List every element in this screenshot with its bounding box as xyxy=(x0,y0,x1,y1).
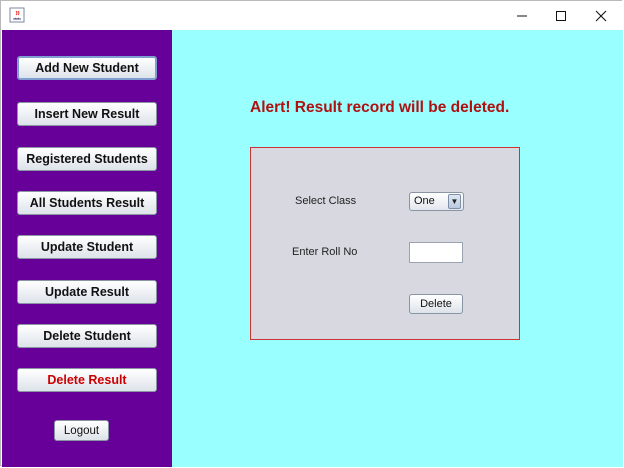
roll-no-input[interactable] xyxy=(409,242,463,263)
all-students-result-button[interactable]: All Students Result xyxy=(17,191,157,215)
update-result-button[interactable]: Update Result xyxy=(17,280,157,304)
app-window: Add New Student Insert New Result Regist… xyxy=(0,0,623,467)
logout-button[interactable]: Logout xyxy=(54,420,109,441)
minimize-icon xyxy=(517,15,527,16)
insert-new-result-button[interactable]: Insert New Result xyxy=(17,102,157,126)
delete-button[interactable]: Delete xyxy=(409,294,463,314)
roll-no-label: Enter Roll No xyxy=(292,246,358,258)
alert-message: Alert! Result record will be deleted. xyxy=(250,99,510,116)
main-panel: Alert! Result record will be deleted. Se… xyxy=(172,30,623,467)
java-app-icon xyxy=(9,7,25,23)
close-button[interactable] xyxy=(579,1,623,30)
update-student-button[interactable]: Update Student xyxy=(17,235,157,259)
minimize-button[interactable] xyxy=(500,1,544,30)
delete-student-button[interactable]: Delete Student xyxy=(17,324,157,348)
chevron-down-icon: ▼ xyxy=(448,194,461,209)
maximize-icon xyxy=(556,10,566,21)
class-select-value: One xyxy=(414,195,435,207)
title-bar xyxy=(1,1,623,30)
class-select[interactable]: One ▼ xyxy=(409,192,464,211)
sidebar: Add New Student Insert New Result Regist… xyxy=(2,30,172,467)
maximize-button[interactable] xyxy=(539,1,583,30)
delete-result-button[interactable]: Delete Result xyxy=(17,368,157,392)
delete-result-form: Select Class One ▼ Enter Roll No Delete xyxy=(250,147,520,340)
select-class-label: Select Class xyxy=(295,195,357,207)
add-new-student-button[interactable]: Add New Student xyxy=(17,56,157,80)
close-icon xyxy=(595,10,607,21)
registered-students-button[interactable]: Registered Students xyxy=(17,147,157,171)
